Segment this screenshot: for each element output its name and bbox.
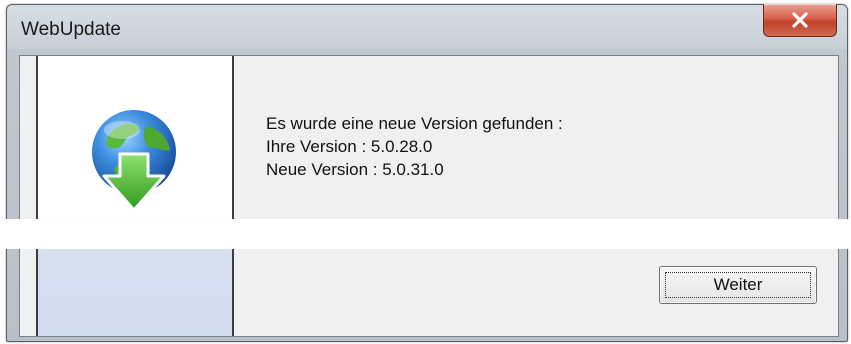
message-found: Es wurde eine neue Version gefunden : bbox=[266, 114, 563, 133]
globe-download-icon bbox=[92, 110, 176, 212]
screenshot-page: WebUpdate Es wurde eine neue Version gef… bbox=[0, 0, 851, 344]
current-version-text: Ihre Version : 5.0.28.0 bbox=[266, 137, 433, 156]
weiter-button[interactable]: Weiter bbox=[659, 266, 817, 304]
title-bar[interactable]: WebUpdate bbox=[7, 4, 847, 49]
close-x-icon bbox=[792, 12, 808, 28]
content-area: Es wurde eine neue Version gefunden : Ih… bbox=[234, 56, 838, 336]
weiter-button-label: Weiter bbox=[713, 275, 763, 294]
dialog-client-area: Es wurde eine neue Version gefunden : Ih… bbox=[19, 55, 839, 337]
left-strip bbox=[20, 56, 38, 336]
side-panel bbox=[38, 56, 234, 336]
window-title: WebUpdate bbox=[21, 19, 121, 40]
image-gap-band bbox=[0, 219, 851, 249]
close-button[interactable] bbox=[763, 4, 837, 37]
new-version-text: Neue Version : 5.0.31.0 bbox=[266, 160, 444, 179]
dialog-window: WebUpdate Es wurde eine neue Version gef… bbox=[6, 4, 848, 342]
